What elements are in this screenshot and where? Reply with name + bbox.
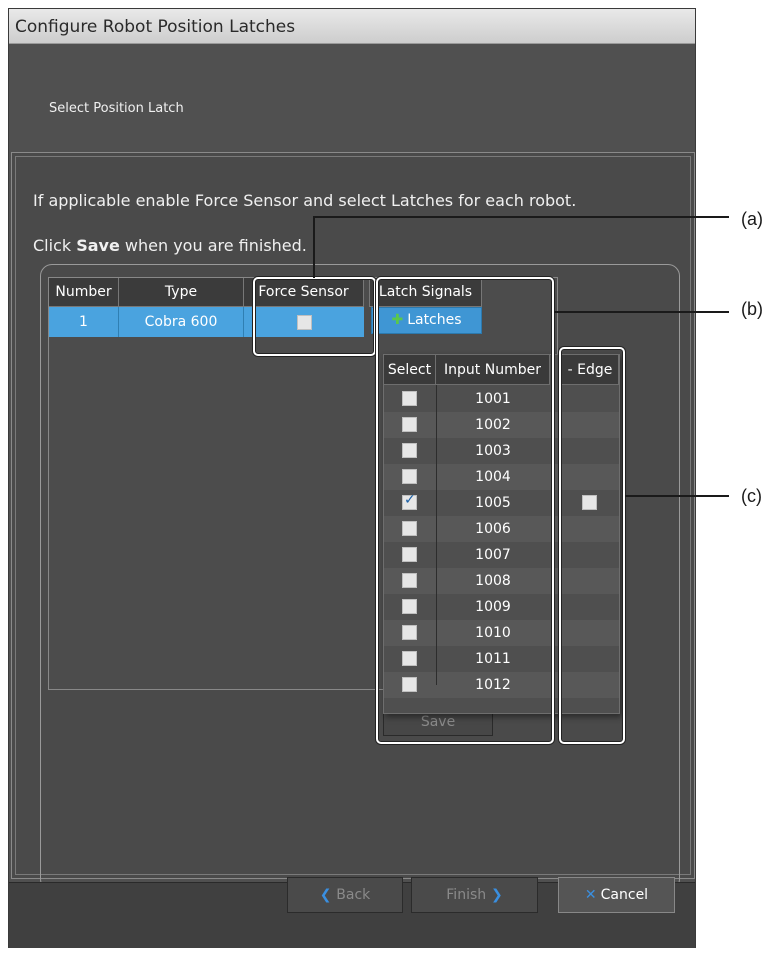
callout-label-c: (c) [741, 486, 762, 506]
leader-line-c [625, 495, 729, 497]
chevron-right-icon: ❯ [486, 887, 503, 903]
callout-label-b: (b) [741, 299, 763, 319]
leader-line-a-vertical [313, 216, 315, 278]
callout-box-b [376, 277, 554, 744]
instruction-prefix: Click [33, 236, 77, 255]
back-button[interactable]: ❮ Back [287, 877, 403, 913]
cancel-button-label: Cancel [600, 887, 649, 903]
robot-type-cell: Cobra 600 [119, 307, 244, 337]
title-bar: Configure Robot Position Latches [9, 9, 695, 44]
chevron-left-icon: ❮ [319, 887, 337, 903]
instruction-line-1: If applicable enable Force Sensor and se… [33, 191, 577, 210]
callout-box-a [253, 277, 376, 356]
finish-button[interactable]: Finish ❯ [411, 877, 538, 913]
step-label: Select Position Latch [49, 101, 184, 116]
leader-line-a-horizontal [313, 216, 729, 218]
leader-line-b [554, 311, 729, 313]
robot-number-cell: 1 [49, 307, 119, 337]
column-header-type[interactable]: Type [119, 278, 244, 307]
callout-label-a: (a) [741, 209, 763, 229]
column-header-number[interactable]: Number [49, 278, 119, 307]
back-button-label: Back [336, 887, 371, 903]
instruction-suffix: when you are finished. [119, 236, 307, 255]
instruction-save-word: Save [76, 236, 120, 255]
close-icon: ✕ [584, 887, 597, 903]
instruction-line-2: Click Save when you are finished. [33, 236, 307, 255]
window-title: Configure Robot Position Latches [15, 17, 296, 37]
cancel-button[interactable]: ✕ Cancel [558, 877, 675, 913]
finish-button-label: Finish [446, 887, 487, 903]
callout-box-c [559, 347, 625, 744]
